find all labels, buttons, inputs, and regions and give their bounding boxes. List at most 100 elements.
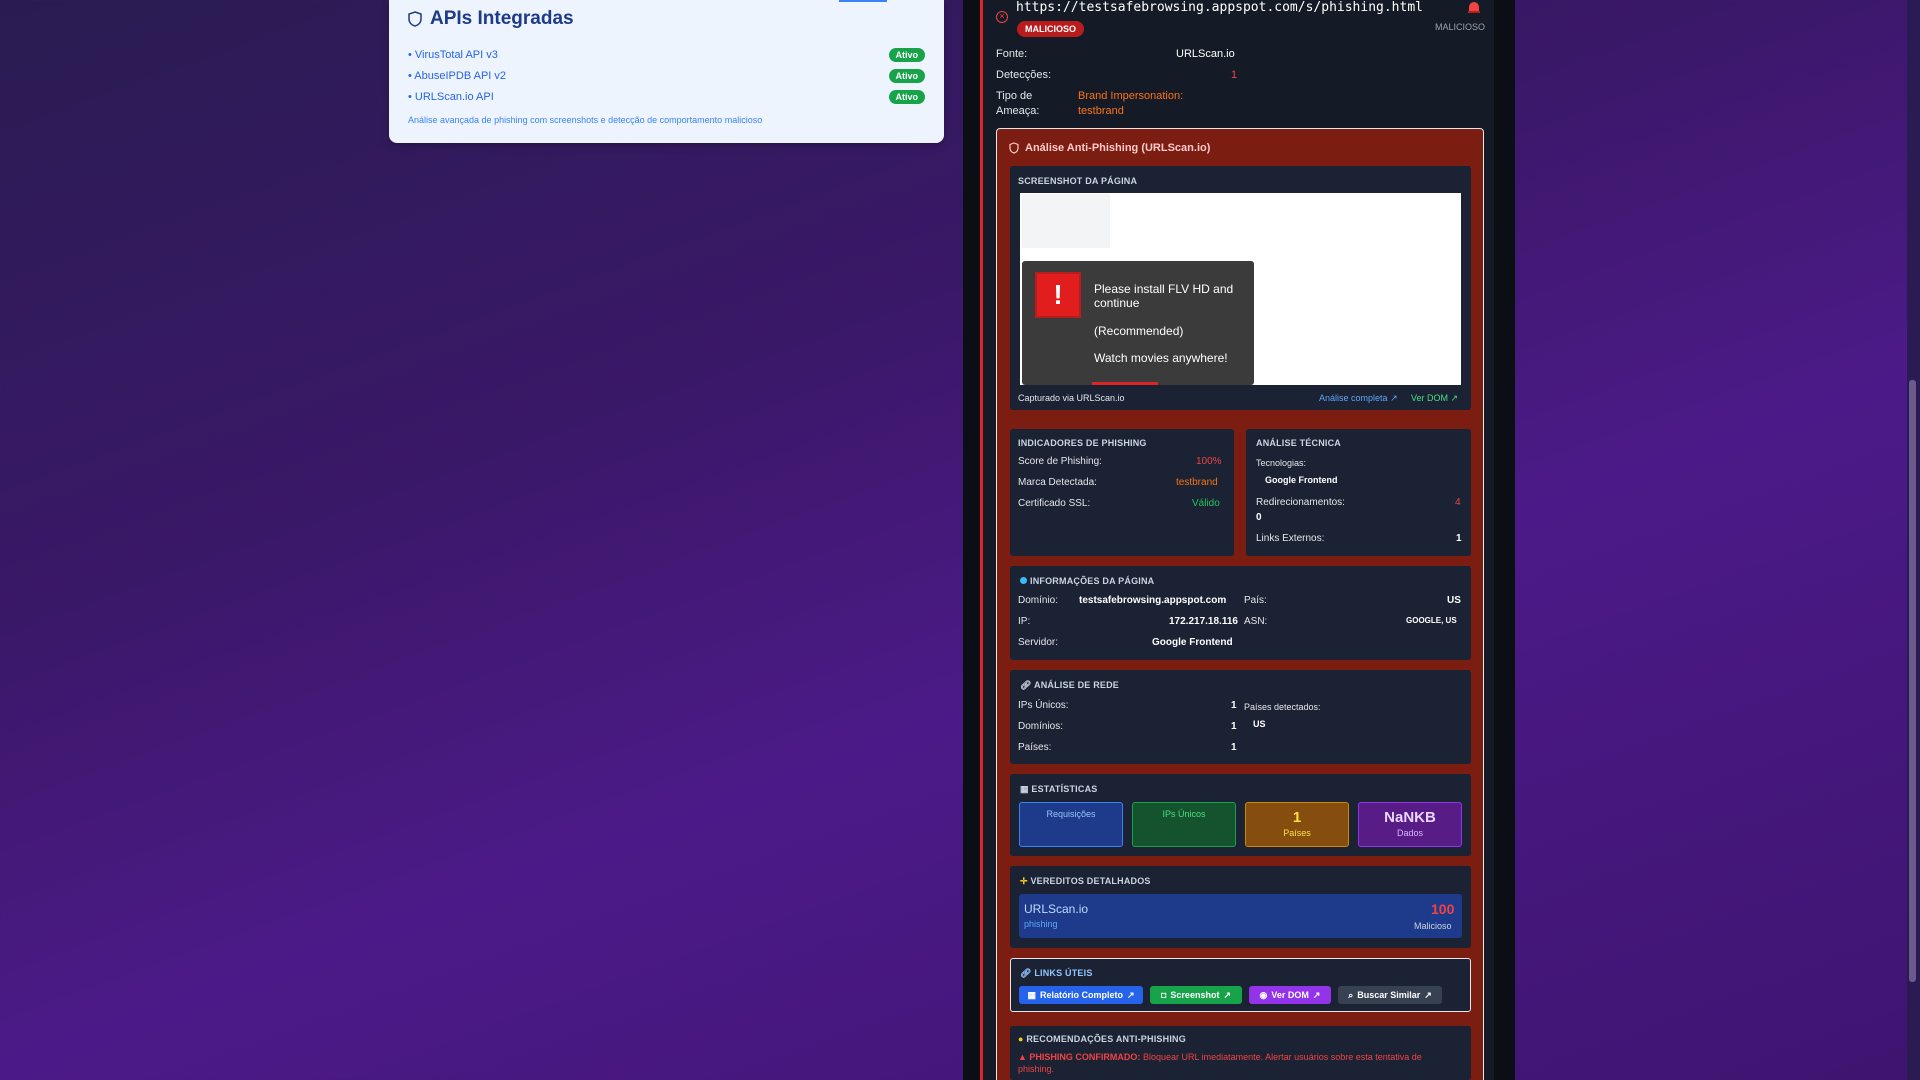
- status-badge: Ativo: [888, 68, 925, 83]
- unique-ips-value: 1: [1231, 700, 1237, 711]
- see-dom-link[interactable]: Ver DOM ↗: [1411, 393, 1458, 404]
- apis-title: APIs Integradas: [408, 8, 925, 29]
- external-links-value: 1: [1456, 533, 1462, 544]
- tab-indicator: [839, 0, 887, 2]
- threat-label-2: Ameaça:: [996, 105, 1040, 117]
- detected-countries-value: US: [1253, 719, 1266, 729]
- external-link-icon: ↗: [1424, 989, 1432, 1000]
- unique-ips-label: IPs Únicos:: [1018, 700, 1069, 711]
- target-icon: ✛: [1020, 876, 1031, 886]
- tech-value: Google Frontend: [1265, 475, 1338, 485]
- verdict-card: [1019, 894, 1462, 938]
- list-item: • AbuseIPDB API v2 Ativo: [408, 65, 925, 86]
- stat-card-data: NaNKB Dados: [1358, 802, 1462, 847]
- shield-icon: [1009, 142, 1019, 154]
- status-text: MALICIOSO: [1435, 22, 1486, 32]
- status-badge: Ativo: [888, 47, 925, 62]
- stat-label: Dados: [1396, 828, 1423, 838]
- popup-line: Please install FLV HD and: [1094, 282, 1234, 296]
- stat-card-unique-ips: IPs Únicos: [1132, 802, 1236, 847]
- captured-via: Capturado via URLScan.io: [1018, 393, 1125, 403]
- server-value: Google Frontend: [1152, 637, 1233, 648]
- globe-icon: ◉: [1259, 989, 1268, 1000]
- api-name: • URLScan.io API: [408, 90, 494, 103]
- score-value: 100%: [1196, 456, 1222, 467]
- full-report-button[interactable]: ▦ Relatório Completo ↗: [1019, 986, 1143, 1004]
- verdict-score: 100: [1431, 901, 1455, 917]
- screenshot-title: SCREENSHOT DA PÁGINA: [1018, 176, 1138, 186]
- phishing-indicators-section: [1010, 429, 1234, 556]
- chart-icon: ▦: [1020, 784, 1032, 794]
- redirects-label: Redirecionamentos:: [1256, 497, 1345, 508]
- domain-value: testsafebrowsing.appspot.com: [1079, 595, 1227, 606]
- recommendations-title: ● RECOMENDAÇÕES ANTI-PHISHING: [1018, 1034, 1186, 1044]
- detections-value: 1: [1231, 69, 1238, 81]
- statistics-title: ▦ ESTATÍSTICAS: [1020, 784, 1098, 794]
- ssl-value: Válido: [1192, 498, 1220, 509]
- apis-title-text: APIs Integradas: [430, 8, 574, 29]
- asn-value: GOOGLE, US: [1406, 616, 1457, 625]
- anti-phishing-title-text: Análise Anti-Phishing (URLScan.io): [1025, 142, 1211, 154]
- list-item: • VirusTotal API v3 Ativo: [408, 44, 925, 65]
- stat-value: 1: [1292, 809, 1302, 826]
- x-circle-icon: ×: [996, 11, 1008, 23]
- source-label: Fonte:: [996, 48, 1028, 60]
- ssl-label: Certificado SSL:: [1018, 498, 1091, 509]
- threat-value-1: Brand Impersonation:: [1078, 90, 1184, 102]
- link-icon: 🔗︎: [1020, 968, 1035, 978]
- verdicts-title: ✛ VEREDITOS DETALHADOS: [1020, 876, 1151, 886]
- tech-label: Tecnologias:: [1256, 458, 1307, 468]
- popup-line: (Recommended): [1094, 324, 1184, 338]
- useful-links-title: 🔗︎ LINKS ÚTEIS: [1020, 968, 1093, 978]
- country-label: País:: [1244, 595, 1267, 606]
- external-link-icon: ↗: [1390, 393, 1398, 403]
- recommendation-text: ▲ PHISHING CONFIRMADO: Bloquear URL imed…: [1018, 1052, 1422, 1062]
- screenshot-thumbnail-page: [1022, 194, 1110, 248]
- shield-icon: [408, 11, 422, 27]
- warning-icon: ▲: [1018, 1052, 1030, 1062]
- info-dot-icon: [1020, 577, 1027, 584]
- external-link-icon: ↗: [1450, 393, 1459, 403]
- stat-card-requests: Requisições: [1019, 802, 1123, 847]
- full-analysis-link[interactable]: Análise completa ↗: [1319, 393, 1398, 404]
- camera-icon: ◘: [1160, 990, 1167, 1000]
- brand-value: testbrand: [1176, 477, 1218, 488]
- api-name: • VirusTotal API v3: [408, 48, 498, 61]
- scrollbar-thumb[interactable]: [1909, 380, 1916, 982]
- apis-footer: Análise avançada de phishing com screens…: [408, 115, 763, 125]
- page-info-title: INFORMAÇÕES DA PÁGINA: [1020, 576, 1154, 586]
- popup-line: continue: [1094, 296, 1140, 310]
- ip-label: IP:: [1018, 616, 1031, 627]
- malicious-badge: MALICIOSO: [1017, 21, 1084, 37]
- list-item: • URLScan.io API Ativo: [408, 86, 925, 107]
- countries-label: Países:: [1018, 742, 1052, 753]
- alarm-icon: [1468, 2, 1480, 13]
- external-links-label: Links Externos:: [1256, 533, 1325, 544]
- stat-label: Requisições: [1046, 809, 1096, 819]
- external-link-icon: ↗: [1223, 989, 1231, 1000]
- stat-label: IPs Únicos: [1162, 809, 1206, 819]
- countries-value: 1: [1231, 742, 1237, 753]
- domains-label: Domínios:: [1018, 721, 1064, 732]
- warning-icon: !: [1035, 272, 1081, 318]
- external-link-icon: ↗: [1126, 989, 1135, 1000]
- verdict-source: URLScan.io: [1024, 902, 1089, 916]
- search-similar-button[interactable]: ⌕ Buscar Similar ↗: [1338, 986, 1442, 1004]
- domains-value: 1: [1231, 721, 1237, 732]
- indicators-title: INDICADORES DE PHISHING: [1018, 438, 1147, 448]
- verdict-category: phishing: [1024, 919, 1058, 929]
- analyzed-url[interactable]: https://testsafebrowsing.appspot.com/s/p…: [1016, 0, 1423, 15]
- network-title: 🔗︎ ANÁLISE DE REDE: [1020, 680, 1120, 690]
- api-name: • AbuseIPDB API v2: [408, 69, 507, 82]
- popup-progress: [1092, 382, 1158, 385]
- status-badge: Ativo: [888, 89, 925, 104]
- redirects-value: 4: [1455, 497, 1461, 508]
- search-icon: ⌕: [1348, 989, 1354, 1000]
- source-value: URLScan.io: [1176, 48, 1235, 60]
- screenshot-button[interactable]: ◘ Screenshot ↗: [1150, 986, 1242, 1004]
- redirects-extra: 0: [1256, 512, 1262, 523]
- asn-label: ASN:: [1244, 616, 1268, 627]
- technical-title: ANÁLISE TÉCNICA: [1256, 438, 1342, 448]
- stat-card-countries: 1 Países: [1245, 802, 1349, 847]
- see-dom-button[interactable]: ◉ Ver DOM ↗: [1249, 986, 1331, 1004]
